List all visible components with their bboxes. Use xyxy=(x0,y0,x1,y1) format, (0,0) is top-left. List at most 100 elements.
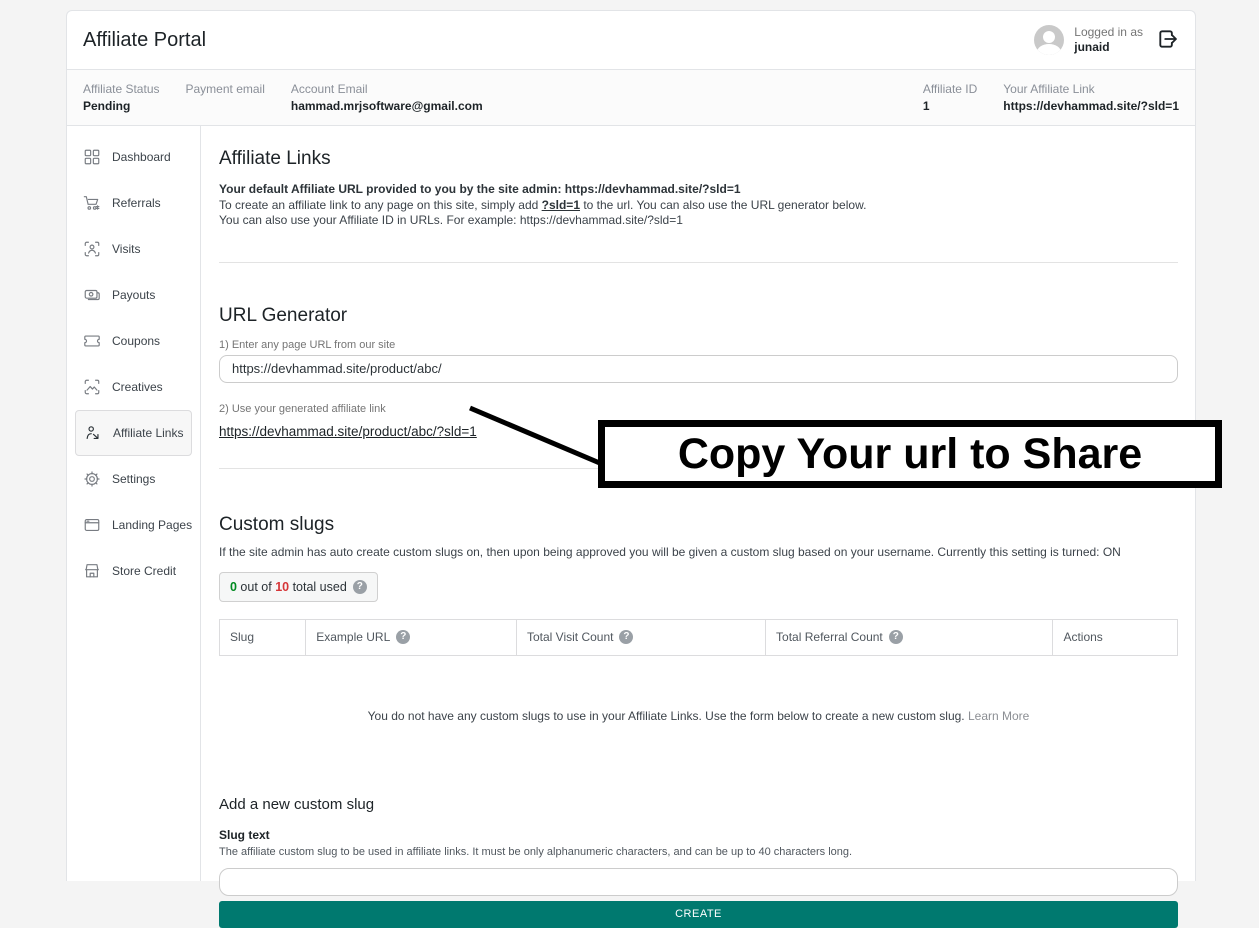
custom-slugs-table: Slug Example URL? Total Visit Count? Tot… xyxy=(219,619,1178,656)
sidebar-item-dashboard[interactable]: Dashboard xyxy=(67,134,200,180)
default-affiliate-url-line: Your default Affiliate URL provided to y… xyxy=(219,182,1178,198)
sidebar-label: Payouts xyxy=(112,288,155,302)
col-label: Total Referral Count xyxy=(776,630,883,644)
create-slug-button[interactable]: CREATE xyxy=(219,901,1178,928)
sidebar: Dashboard Referrals Visits xyxy=(67,126,201,881)
sld-param-link[interactable]: ?sld=1 xyxy=(542,198,580,212)
settings-gear-icon xyxy=(83,470,101,488)
sidebar-label: Settings xyxy=(112,472,155,486)
info-affiliate-id: Affiliate ID 1 xyxy=(923,82,977,113)
payment-email-value xyxy=(186,99,265,113)
section-divider xyxy=(219,262,1178,263)
user-area: Logged in as junaid xyxy=(1034,25,1179,55)
col-label: Example URL xyxy=(316,630,390,644)
sidebar-item-visits[interactable]: Visits xyxy=(67,226,200,272)
url-step2-label: 2) Use your generated affiliate link xyxy=(219,403,1178,415)
sidebar-item-landing-pages[interactable]: Landing Pages xyxy=(67,502,200,548)
info-left-group: Affiliate Status Pending Payment email A… xyxy=(83,82,483,113)
info-account-email: Account Email hammad.mrjsoftware@gmail.c… xyxy=(291,82,483,113)
add-slug-heading: Add a new custom slug xyxy=(219,796,1178,813)
payment-email-label: Payment email xyxy=(186,82,265,96)
help-icon[interactable]: ? xyxy=(396,630,410,644)
help-icon[interactable]: ? xyxy=(353,580,367,594)
instruction-prefix: To create an affiliate link to any page … xyxy=(219,198,542,212)
sidebar-item-creatives[interactable]: Creatives xyxy=(67,364,200,410)
sidebar-label: Affiliate Links xyxy=(113,426,183,440)
slug-text-label: Slug text xyxy=(219,828,1178,842)
empty-message-text: You do not have any custom slugs to use … xyxy=(368,709,965,723)
affiliate-links-person-arrow-icon xyxy=(84,424,102,442)
col-total-visit-count: Total Visit Count? xyxy=(516,619,765,655)
payouts-money-icon xyxy=(83,286,101,304)
logout-icon xyxy=(1157,28,1179,53)
coupon-ticket-icon xyxy=(83,332,101,350)
slug-usage-badge: 0 out of 10 total used ? xyxy=(219,572,378,602)
logged-in-as-label: Logged in as xyxy=(1074,25,1143,40)
slugs-used-count: 0 xyxy=(230,580,237,594)
sidebar-item-affiliate-links[interactable]: Affiliate Links xyxy=(75,410,192,456)
affiliate-info-bar: Affiliate Status Pending Payment email A… xyxy=(67,69,1195,126)
slug-text-input[interactable] xyxy=(219,868,1178,896)
col-total-referral-count: Total Referral Count? xyxy=(766,619,1053,655)
dashboard-icon xyxy=(83,148,101,166)
sidebar-item-coupons[interactable]: Coupons xyxy=(67,318,200,364)
sidebar-label: Dashboard xyxy=(112,150,171,164)
annotation-arrow xyxy=(462,400,612,472)
sidebar-item-payouts[interactable]: Payouts xyxy=(67,272,200,318)
usage-suffix-text: total used xyxy=(289,580,347,594)
help-icon[interactable]: ? xyxy=(889,630,903,644)
affiliate-id-url-line: You can also use your Affiliate ID in UR… xyxy=(219,213,1178,229)
sidebar-label: Creatives xyxy=(112,380,163,394)
sidebar-label: Landing Pages xyxy=(112,518,192,532)
affiliate-status-label: Affiliate Status xyxy=(83,82,160,96)
table-header-row: Slug Example URL? Total Visit Count? Tot… xyxy=(220,619,1178,655)
sidebar-label: Referrals xyxy=(112,196,161,210)
annotation-text: Copy Your url to Share xyxy=(678,430,1142,479)
instruction-suffix: to the url. You can also use the URL gen… xyxy=(580,198,866,212)
info-your-affiliate-link: Your Affiliate Link https://devhammad.si… xyxy=(1003,82,1179,113)
main-content: Affiliate Links Your default Affiliate U… xyxy=(201,126,1195,881)
account-email-value: hammad.mrjsoftware@gmail.com xyxy=(291,99,483,113)
your-affiliate-link-value: https://devhammad.site/?sld=1 xyxy=(1003,99,1179,113)
col-slug: Slug xyxy=(220,619,306,655)
slug-usage-text: 0 out of 10 total used xyxy=(230,580,347,594)
avatar xyxy=(1034,25,1064,55)
info-affiliate-status: Affiliate Status Pending xyxy=(83,82,160,113)
learn-more-link[interactable]: Learn More xyxy=(968,709,1029,723)
visits-person-scan-icon xyxy=(83,240,101,258)
affiliate-status-value: Pending xyxy=(83,99,160,113)
col-label: Actions xyxy=(1063,630,1102,644)
col-label: Slug xyxy=(230,630,254,644)
landing-pages-window-icon xyxy=(83,516,101,534)
col-actions: Actions xyxy=(1053,619,1178,655)
sidebar-label: Coupons xyxy=(112,334,160,348)
usage-middle-text: out of xyxy=(237,580,275,594)
info-right-group: Affiliate ID 1 Your Affiliate Link https… xyxy=(923,82,1179,113)
col-label: Total Visit Count xyxy=(527,630,614,644)
empty-slugs-message: You do not have any custom slugs to use … xyxy=(219,709,1178,723)
your-affiliate-link-label: Your Affiliate Link xyxy=(1003,82,1179,96)
username: junaid xyxy=(1074,40,1143,55)
info-payment-email: Payment email xyxy=(186,82,265,113)
sidebar-item-settings[interactable]: Settings xyxy=(67,456,200,502)
slugs-total-count: 10 xyxy=(275,580,289,594)
top-header: Affiliate Portal Logged in as junaid xyxy=(67,11,1195,69)
affiliate-instructions-line: To create an affiliate link to any page … xyxy=(219,198,1178,214)
store-credit-shop-icon xyxy=(83,562,101,580)
sidebar-label: Store Credit xyxy=(112,564,176,578)
account-email-label: Account Email xyxy=(291,82,483,96)
page-title: Affiliate Portal xyxy=(83,29,206,52)
sidebar-item-store-credit[interactable]: Store Credit xyxy=(67,548,200,594)
sidebar-label: Visits xyxy=(112,242,140,256)
logout-button[interactable] xyxy=(1157,28,1179,53)
sidebar-item-referrals[interactable]: Referrals xyxy=(67,180,200,226)
generated-affiliate-link[interactable]: https://devhammad.site/product/abc/?sld=… xyxy=(219,424,477,439)
slug-text-description: The affiliate custom slug to be used in … xyxy=(219,846,1178,858)
url-step1-label: 1) Enter any page URL from our site xyxy=(219,339,1178,351)
page-url-input[interactable] xyxy=(219,355,1178,383)
url-generator-heading: URL Generator xyxy=(219,305,1178,327)
referrals-cart-icon xyxy=(83,194,101,212)
affiliate-id-label: Affiliate ID xyxy=(923,82,977,96)
login-status: Logged in as junaid xyxy=(1074,25,1143,55)
help-icon[interactable]: ? xyxy=(619,630,633,644)
